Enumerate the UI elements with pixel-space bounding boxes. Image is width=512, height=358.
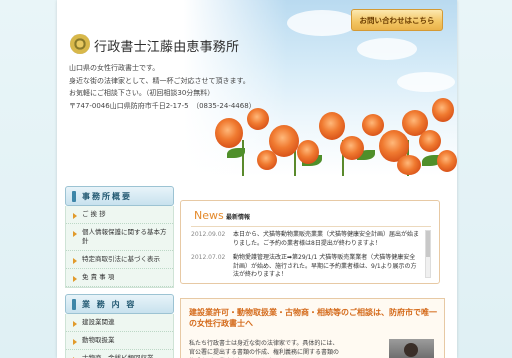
rose (432, 98, 454, 122)
feature-section: 建設業許可・動物取扱業・古物商・相続等のご相談は、防府市で唯一の女性行政書士へ … (180, 298, 445, 358)
news-date: 2012.07.02 (191, 254, 226, 261)
news-subtitle: 最新情報 (226, 214, 251, 221)
intro-line: 身近な街の法律家として、精一杯ご対応させて頂きます。 (69, 76, 250, 85)
sidebar-item-greeting[interactable]: ご 挨 拶 (66, 206, 173, 224)
divider (191, 226, 431, 227)
news-date: 2012.09.02 (191, 231, 226, 238)
intro-text: 山口県の女性行政書士です。 身近な街の法律家として、精一杯ご対応させて頂きます。… (69, 62, 256, 112)
page-container: 行政書士江藤由恵事務所 山口県の女性行政書士です。 身近な街の法律家として、精一… (57, 0, 457, 358)
intro-line: 山口県の女性行政書士です。 (69, 64, 160, 72)
sidebar-heading-office: 事務所概要 (65, 186, 174, 206)
stem (294, 150, 296, 176)
profile-photo (389, 339, 434, 358)
sidebar-item-privacy[interactable]: 個人情報保護に関する基本方針 (66, 224, 173, 251)
stem (242, 140, 244, 176)
rose (362, 114, 384, 136)
heading-mark (72, 298, 76, 310)
sidebar: 事務所概要 ご 挨 拶 個人情報保護に関する基本方針 特定商取引法に基づく表示 … (65, 186, 174, 358)
rose (397, 155, 421, 175)
rose (257, 150, 277, 170)
sidebar-item-antique[interactable]: 古物商、金銭ビ類回収業 (66, 350, 173, 358)
cloud (357, 38, 417, 60)
cloud (397, 72, 455, 92)
rose (297, 140, 319, 164)
heading-mark (72, 190, 76, 202)
sidebar-item-animal[interactable]: 動物取扱業 (66, 332, 173, 350)
news-text[interactable]: 動物愛護管理法改正➡第29/1/1 犬猫等販売業業者（犬猫等健康安全計画）が始め… (233, 254, 419, 280)
intro-line: お気軽にご相談下さい。（初回相談30分無料） (69, 89, 215, 97)
feature-title: 建設業許可・動物取扱業・古物商・相続等のご相談は、防府市で唯一の女性行政書士へ (189, 308, 437, 328)
news-title: News (194, 209, 224, 222)
rose (340, 136, 364, 160)
site-title[interactable]: 行政書士江藤由恵事務所 (94, 36, 239, 55)
office-emblem-icon (70, 34, 90, 54)
scrollbar-thumb[interactable] (426, 231, 430, 257)
feature-text: 私たち行政書士は身近な街の法律家です。具体的には、官公署に提出する書類の作成、権… (189, 340, 340, 356)
contact-button[interactable]: お問い合わせはこちら (351, 9, 443, 31)
sidebar-item-disclaimer[interactable]: 免 責 事 項 (66, 269, 173, 287)
sidebar-heading-services: 業 務 内 容 (65, 294, 174, 314)
intro-line: 〒747-0046山口県防府市千日2-17-5 （0835-24-4468） (69, 101, 256, 110)
sidebar-heading-label: 事務所概要 (82, 191, 132, 201)
cloud (287, 10, 357, 36)
sidebar-item-construction[interactable]: 建設業関連 (66, 314, 173, 332)
rose (319, 112, 345, 140)
rose (419, 130, 441, 152)
header: 行政書士江藤由恵事務所 山口県の女性行政書士です。 身近な街の法律家として、精一… (57, 0, 457, 176)
sidebar-list-office: ご 挨 拶 個人情報保護に関する基本方針 特定商取引法に基づく表示 免 責 事 … (65, 206, 174, 288)
sidebar-list-services: 建設業関連 動物取扱業 古物商、金銭ビ類回収業 (65, 314, 174, 358)
sidebar-item-commerce-law[interactable]: 特定商取引法に基づく表示 (66, 251, 173, 269)
rose (437, 150, 457, 172)
sidebar-heading-label: 業 務 内 容 (82, 299, 137, 309)
news-scrollbar[interactable] (425, 230, 431, 278)
news-box: News 最新情報 2012.09.02 本日から、犬猫等動物業販売業業（犬猫等… (180, 200, 440, 284)
news-text[interactable]: 本日から、犬猫等動物業販売業業（犬猫等健康安全計画）届出が始まりました。ご予約の… (233, 231, 419, 248)
rose (215, 118, 243, 148)
person-figure (404, 343, 418, 357)
